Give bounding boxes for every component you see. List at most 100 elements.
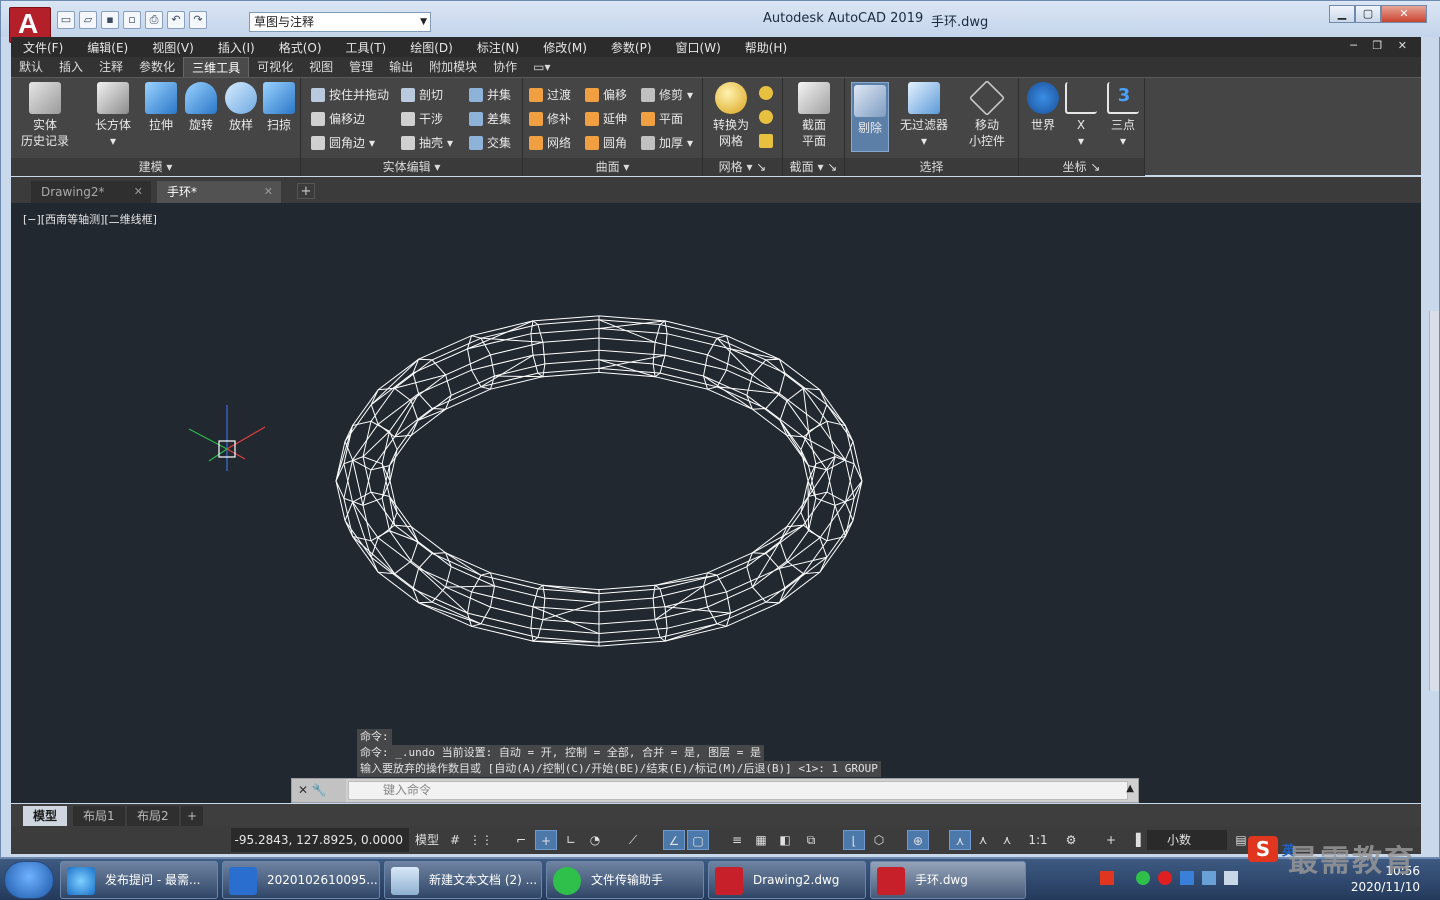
snap-icon[interactable]: ⋮⋮ xyxy=(469,830,493,850)
menu-tools[interactable]: 工具(T) xyxy=(346,39,399,56)
redo-icon[interactable]: ↷ xyxy=(189,11,207,29)
doc-tab-drawing2[interactable]: Drawing2* ✕ xyxy=(31,181,151,203)
gizmo-icon[interactable]: ⊕ xyxy=(907,830,929,850)
layout-tab-model[interactable]: 模型 xyxy=(23,806,68,826)
taskbar-item-wechat[interactable]: 文件传输助手 xyxy=(546,861,704,899)
menu-modify[interactable]: 修改(M) xyxy=(543,39,599,56)
right-scrollbar[interactable] xyxy=(1429,311,1439,691)
extrude-button[interactable]: 拉伸 xyxy=(141,82,181,133)
tab-insert[interactable]: 插入 xyxy=(51,57,91,77)
convert-to-mesh-button[interactable]: 转换为 网格 xyxy=(707,82,755,149)
tab-view[interactable]: 视图 xyxy=(301,57,341,77)
solid-history-button[interactable]: 实体 历史记录 xyxy=(17,82,73,149)
section-plane-button[interactable]: 截面 平面 xyxy=(791,82,837,149)
menu-draw[interactable]: 绘图(D) xyxy=(410,39,465,56)
panel-modeling-title[interactable]: 建模 ▾ xyxy=(11,158,300,176)
annotation-scale-icon[interactable]: ⋏ xyxy=(997,830,1017,850)
close-icon[interactable]: ✕ xyxy=(134,181,143,203)
doc-tab-bracelet[interactable]: 手环* ✕ xyxy=(157,181,281,203)
menu-format[interactable]: 格式(O) xyxy=(279,39,334,56)
network-button[interactable]: 网络 xyxy=(529,134,571,151)
taskbar-item-notepad[interactable]: 新建文本文档 (2) ... xyxy=(384,861,542,899)
tab-annotate[interactable]: 注释 xyxy=(91,57,131,77)
tab-addins[interactable]: 附加模块 xyxy=(421,57,485,77)
maximize-button[interactable]: ▢ xyxy=(1355,5,1381,23)
dynamic-input-icon[interactable]: + xyxy=(535,830,557,850)
save-icon[interactable]: ▪ xyxy=(101,11,119,29)
no-filter-button[interactable]: 无过滤器 ▾ xyxy=(897,82,951,149)
menu-parametric[interactable]: 参数(P) xyxy=(611,39,664,56)
weibo-tray-icon[interactable] xyxy=(1158,871,1172,885)
volume-tray-icon[interactable] xyxy=(1224,871,1238,885)
undo-icon[interactable]: ↶ xyxy=(167,11,185,29)
3d-osnap-icon[interactable]: ⧉ xyxy=(801,830,821,850)
ucs-x-button[interactable]: X ▾ xyxy=(1063,82,1099,149)
shell-button[interactable]: 抽壳 ▾ xyxy=(401,134,453,151)
annotation-scale-value[interactable]: 1:1 xyxy=(1021,830,1055,850)
panel-solid-editing-title[interactable]: 实体编辑 ▾ xyxy=(301,158,522,176)
object-snap-tracking-icon[interactable]: ∠ xyxy=(663,830,685,850)
tab-manage[interactable]: 管理 xyxy=(341,57,381,77)
dynamic-ucs-icon[interactable]: ⌊ xyxy=(843,830,865,850)
trim-button[interactable]: 修剪 ▾ xyxy=(641,86,693,103)
loft-button[interactable]: 放样 xyxy=(221,82,261,133)
panel-mesh-title[interactable]: 网格 ▾ ↘ xyxy=(703,158,782,176)
plus-icon[interactable]: + xyxy=(1101,830,1121,850)
offset-button[interactable]: 偏移 xyxy=(585,86,627,103)
new-icon[interactable]: ▭ xyxy=(57,11,75,29)
tab-parametric[interactable]: 参数化 xyxy=(131,57,183,77)
security-tray-icon[interactable] xyxy=(1180,871,1194,885)
chevron-up-icon[interactable]: ▲ xyxy=(1126,783,1134,794)
sweep-button[interactable]: 扫掠 xyxy=(259,82,299,133)
annotation-visibility-icon[interactable]: ⋏ xyxy=(949,830,971,850)
offset-edge-button[interactable]: 偏移边 xyxy=(311,110,365,127)
coordinates-readout[interactable]: -95.2843, 127.8925, 0.0000 xyxy=(231,828,409,852)
layout-tab-2[interactable]: 布局2 xyxy=(127,806,179,826)
selection-cycling-icon[interactable]: ◧ xyxy=(775,830,795,850)
box-button[interactable]: 长方体 ▾ xyxy=(89,82,137,149)
save-as-icon[interactable]: ▫ xyxy=(123,11,141,29)
patch-button[interactable]: 修补 xyxy=(529,110,571,127)
grid-icon[interactable]: # xyxy=(445,830,465,850)
ribbon-options-icon[interactable]: ▭▾ xyxy=(525,57,558,77)
drawing-canvas[interactable]: [−][西南等轴测][二维线框] 命令: 命令: _.undo 当前设置: 自动… xyxy=(11,203,1421,803)
ortho-icon[interactable]: ∟ xyxy=(561,830,581,850)
open-icon[interactable]: ▱ xyxy=(79,11,97,29)
slice-button[interactable]: 剖切 xyxy=(401,86,443,103)
taskbar-item-drawing2[interactable]: Drawing2.dwg xyxy=(708,861,866,899)
fillet-edge-button[interactable]: 圆角边 ▾ xyxy=(311,134,375,151)
model-space-button[interactable]: 模型 xyxy=(413,830,441,850)
tab-visualize[interactable]: 可视化 xyxy=(249,57,301,77)
units-select[interactable]: 小数 xyxy=(1147,830,1227,850)
thicken-button[interactable]: 加厚 ▾ xyxy=(641,134,693,151)
menu-help[interactable]: 帮助(H) xyxy=(745,39,799,56)
tab-3d-tools[interactable]: 三维工具 xyxy=(183,57,250,77)
intersect-button[interactable]: 交集 xyxy=(469,134,511,151)
interfere-button[interactable]: 干涉 xyxy=(401,110,443,127)
panel-surface-title[interactable]: 曲面 ▾ xyxy=(523,158,702,176)
menu-edit[interactable]: 编辑(E) xyxy=(87,39,140,56)
transparency-icon[interactable]: ▦ xyxy=(751,830,771,850)
revolve-button[interactable]: 旋转 xyxy=(181,82,221,133)
close-button[interactable]: ✕ xyxy=(1381,5,1427,23)
minimize-button[interactable]: ▁ xyxy=(1329,5,1355,23)
culling-button[interactable]: 剔除 xyxy=(851,82,889,152)
document-window-controls[interactable]: ─ ❐ ✕ xyxy=(1350,39,1413,52)
mesh-tool-1[interactable] xyxy=(759,86,773,100)
presspull-button[interactable]: 按住并拖动 xyxy=(311,86,389,103)
ucs-world-button[interactable]: 世界 xyxy=(1025,82,1061,133)
start-button[interactable] xyxy=(4,861,54,899)
gear-icon[interactable]: ⚙ xyxy=(1061,830,1081,850)
add-layout-button[interactable]: + xyxy=(181,806,204,826)
wrench-icon[interactable]: 🔧 xyxy=(312,783,327,797)
auto-scale-icon[interactable]: ⋏ xyxy=(973,830,993,850)
panel-coordinates-title[interactable]: 坐标 ↘ xyxy=(1019,158,1144,176)
planar-button[interactable]: 平面 xyxy=(641,110,683,127)
panel-section-title[interactable]: 截面 ▾ ↘ xyxy=(783,158,844,176)
taskbar-item-ie[interactable]: 发布提问 - 最需... xyxy=(60,861,218,899)
fillet-button[interactable]: 圆角 xyxy=(585,134,627,151)
infer-constraints-icon[interactable]: ⌐ xyxy=(511,830,531,850)
menu-view[interactable]: 视图(V) xyxy=(152,39,206,56)
menu-insert[interactable]: 插入(I) xyxy=(218,39,267,56)
lineweight-icon[interactable]: ≡ xyxy=(727,830,747,850)
